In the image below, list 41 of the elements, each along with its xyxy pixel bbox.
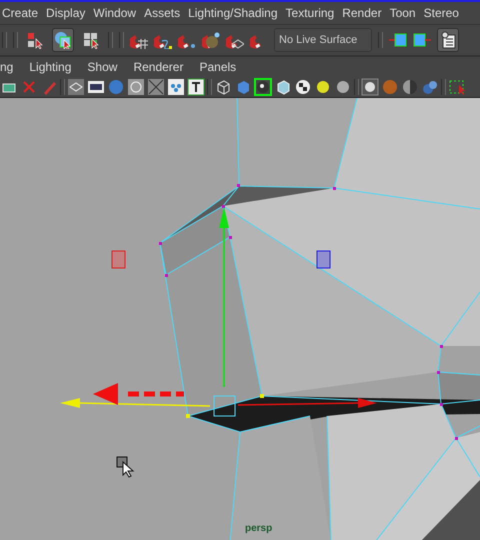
menu-item[interactable]: Assets: [144, 6, 180, 20]
snap-to-view-plane-icon[interactable]: [202, 31, 220, 49]
pivot-marker-icon: [112, 250, 126, 268]
toolbar-separator-icon: [119, 32, 124, 48]
panel-menu-item[interactable]: Panels: [199, 60, 236, 74]
panel-menu-item[interactable]: Renderer: [133, 60, 184, 74]
camera-label: persp: [245, 523, 272, 534]
menu-item[interactable]: Lighting/Shading: [188, 6, 278, 20]
text-icon[interactable]: [187, 78, 205, 96]
components-icon[interactable]: [167, 78, 185, 96]
toolbar-separator-icon: [378, 32, 383, 48]
live-surface-field[interactable]: No Live Surface: [274, 28, 372, 52]
input-arrow-icon[interactable]: [389, 31, 407, 49]
selection-mode-button[interactable]: [52, 28, 74, 52]
menu-item[interactable]: Toon: [390, 6, 416, 20]
panel-menu-item[interactable]: Show: [87, 60, 118, 74]
wireframe-icon[interactable]: [147, 78, 165, 96]
menu-item[interactable]: Create: [2, 6, 38, 20]
select-frame-icon[interactable]: [448, 78, 466, 96]
panel-menu-item[interactable]: ng: [0, 60, 14, 74]
toolbar-separator-icon: [2, 32, 7, 48]
menu-item[interactable]: Stereo: [424, 6, 459, 20]
toolbar-separator-icon: [13, 32, 18, 48]
output-arrow-icon[interactable]: [413, 31, 431, 49]
panel-menu-item[interactable]: Lighting: [29, 60, 72, 74]
menu-item[interactable]: Texturing: [286, 6, 334, 20]
menu-item[interactable]: Window: [93, 6, 136, 20]
checker-sphere-icon[interactable]: [254, 78, 272, 96]
toolbar-separator-icon: [354, 78, 359, 94]
script-editor-button[interactable]: [437, 28, 459, 52]
move-manipulator-drawing[interactable]: [60, 207, 377, 416]
toolbar-separator-icon: [60, 78, 65, 94]
pivot-marker-icon: [316, 250, 330, 268]
toolbar-separator-icon: [108, 32, 113, 48]
cursor-icon: [116, 456, 134, 478]
half-sphere-icon[interactable]: [401, 78, 419, 96]
menu-item[interactable]: Render: [342, 6, 382, 20]
menu-item[interactable]: Display: [46, 6, 86, 20]
toolbar-separator-icon: [207, 78, 212, 94]
toolbar-separator-icon: [441, 78, 446, 94]
checker-ball-icon[interactable]: [294, 78, 312, 96]
